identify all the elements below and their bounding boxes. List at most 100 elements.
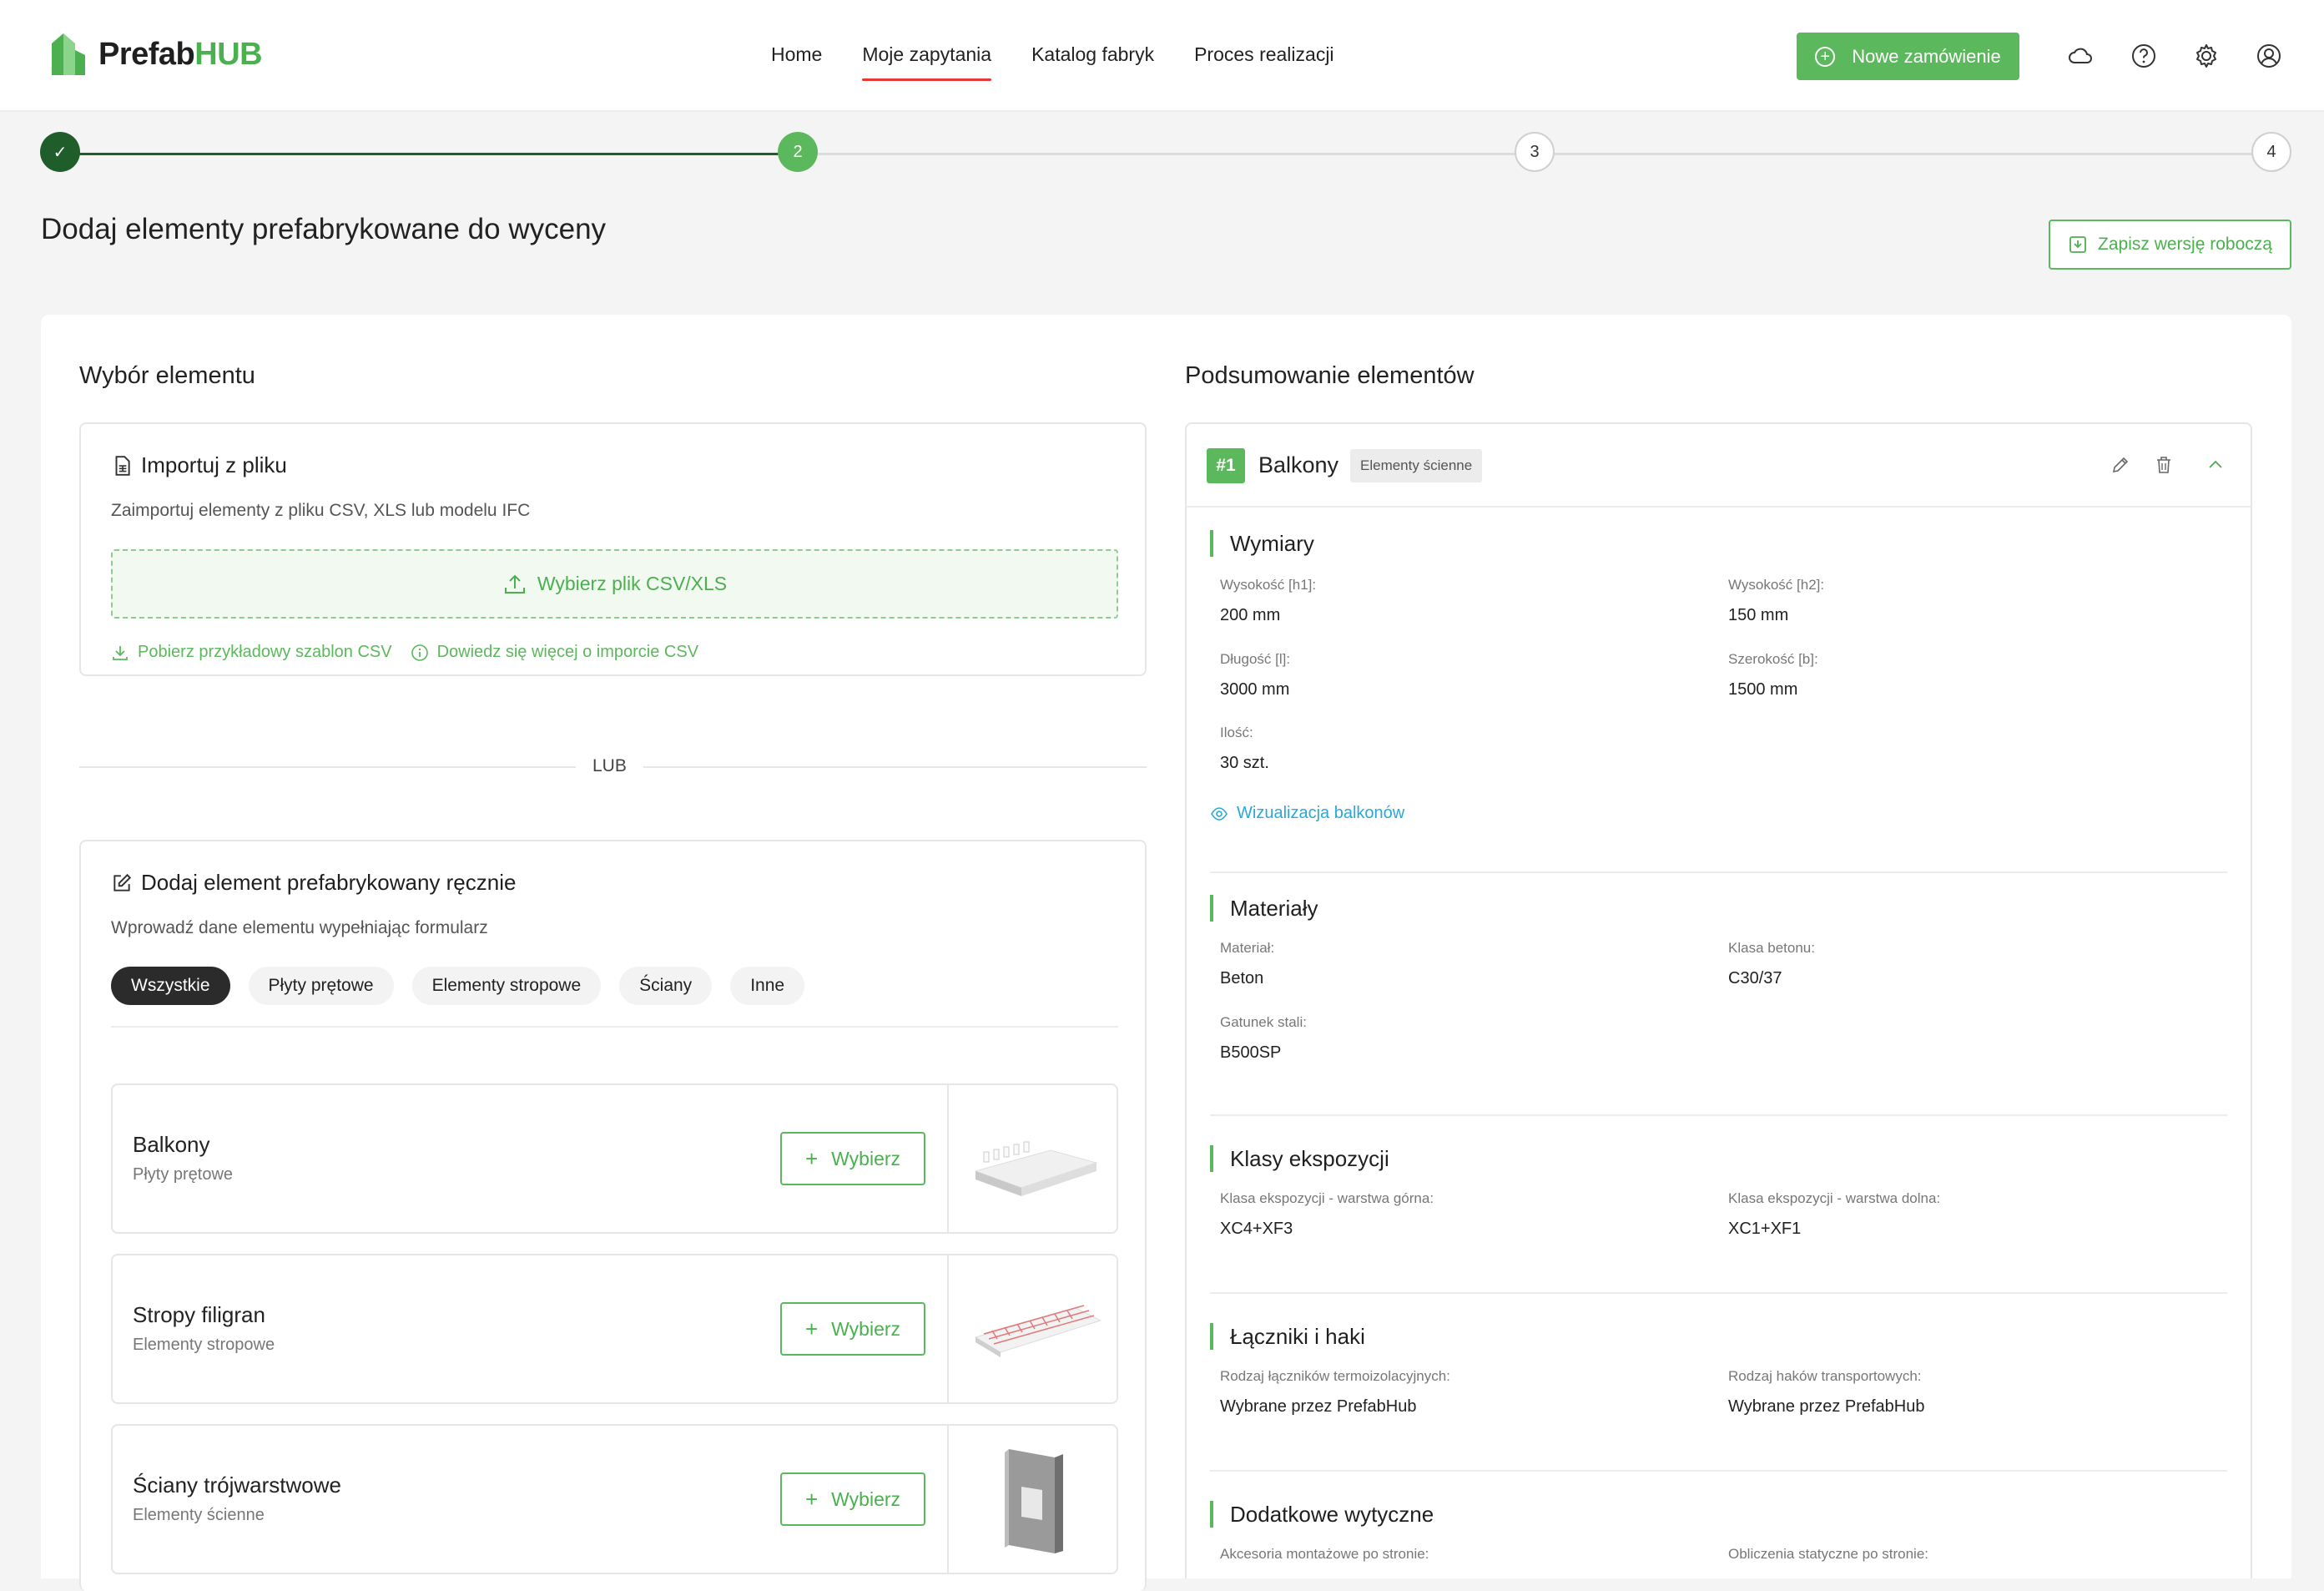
wall-image [947, 1426, 1118, 1573]
category-filter-chips: Wszystkie Płyty prętowe Elementy stropow… [111, 967, 805, 1005]
plus-circle-icon: + [1815, 46, 1836, 67]
nav-process[interactable]: Proces realizacji [1194, 43, 1333, 76]
length-value: 3000 mm [1220, 680, 1290, 699]
import-description: Zaimportuj elementy z pliku CSV, XLS lub… [111, 501, 531, 520]
summary-title: Podsumowanie elementów [1185, 362, 1475, 389]
sandwich-wall-illustration [1004, 1449, 1063, 1553]
transport-hooks-label: Rodzaj haków transportowych: [1728, 1368, 1922, 1384]
concrete-class-label: Klasa betonu: [1728, 940, 1815, 956]
learn-more-import-link[interactable]: Dowiedz się więcej o imporcie CSV [411, 643, 698, 662]
download-icon [113, 645, 128, 660]
h2-label: Wysokość [h2]: [1728, 577, 1825, 593]
steel-grade-label: Gatunek stali: [1220, 1014, 1307, 1030]
element-category: Elementy stropowe [133, 1336, 275, 1354]
element-card-balconies: Balkony Płyty prętowe + Wybierz [111, 1083, 1118, 1234]
materials-title: Materiały [1210, 895, 1318, 922]
manual-add-title: Dodaj element prefabrykowany ręcznie [111, 870, 516, 896]
item-name: Balkony [1258, 452, 1339, 477]
new-order-button[interactable]: + Nowe zamówienie [1797, 33, 2019, 80]
step-line-done [60, 153, 798, 155]
static-calculations-label: Obliczenia statyczne po stronie: [1728, 1546, 1929, 1562]
eye-icon [1211, 806, 1228, 821]
select-balconies-button[interactable]: + Wybierz [780, 1132, 925, 1185]
logo-icon [52, 33, 85, 75]
filigran-image [947, 1255, 1118, 1402]
select-sandwich-walls-button[interactable]: + Wybierz [780, 1472, 925, 1526]
balcony-image [947, 1085, 1118, 1232]
file-spreadsheet-icon [115, 455, 130, 476]
settings-icon[interactable] [2192, 42, 2221, 70]
logo-text: PrefabHUB [98, 36, 263, 72]
filigran-slab-illustration [974, 1305, 1102, 1357]
summary-item-box: #1 Balkony Elementy ścienne Wymiary Wyso… [1185, 422, 2252, 1578]
chevron-up-icon[interactable] [2203, 452, 2228, 477]
item-category-tag: Elementy ścienne [1350, 449, 1483, 482]
manual-add-description: Wprowadź dane elementu wypełniając formu… [111, 918, 488, 937]
or-label: LUB [576, 756, 643, 776]
plus-icon: + [804, 1316, 819, 1341]
connectors-title: Łączniki i haki [1210, 1323, 1365, 1350]
summary-item-header[interactable]: #1 Balkony Elementy ścienne [1187, 424, 2251, 508]
dimensions-title: Wymiary [1210, 530, 1314, 557]
element-card-sandwich-walls: Ściany trójwarstwowe Elementy ścienne + W… [111, 1424, 1118, 1574]
cloud-icon[interactable] [2066, 42, 2095, 70]
step-2[interactable]: 2 [778, 132, 818, 172]
thermo-connectors-value: Wybrane przez PrefabHub [1220, 1397, 1417, 1416]
info-icon [411, 644, 428, 661]
additional-title: Dodatkowe wytyczne [1210, 1501, 1434, 1528]
top-header: PrefabHUB Home Moje zapytania Katalog fa… [0, 0, 2324, 112]
exposure-bottom-label: Klasa ekspozycji - warstwa dolna: [1728, 1190, 1941, 1206]
h1-label: Wysokość [h1]: [1220, 577, 1317, 593]
dimensions-section: Wymiary Wysokość [h1]: 200 mm Wysokość [… [1210, 530, 2227, 873]
upload-icon [504, 574, 525, 593]
element-name: Ściany trójwarstwowe [133, 1472, 341, 1498]
element-category: Płyty prętowe [133, 1165, 234, 1184]
chip-rod-slabs[interactable]: Płyty prętowe [248, 967, 394, 1005]
visualization-link[interactable]: Wizualizacja balkonów [1210, 804, 1404, 823]
import-box: Importuj z pliku Zaimportuj elementy z p… [79, 422, 1147, 676]
transport-hooks-value: Wybrane przez PrefabHub [1728, 1397, 1925, 1416]
main-nav: Home Moje zapytania Katalog fabryk Proce… [771, 43, 1334, 81]
steel-grade-value: B500SP [1220, 1043, 1282, 1062]
exposure-bottom-value: XC1+XF1 [1728, 1220, 1802, 1238]
select-filigran-button[interactable]: + Wybierz [780, 1302, 925, 1356]
exposure-title: Klasy ekspozycji [1210, 1145, 1389, 1172]
import-title: Importuj z pliku [111, 452, 287, 478]
section-divider [1210, 1470, 2227, 1472]
nav-factory-catalog[interactable]: Katalog fabryk [1031, 43, 1154, 76]
chip-other[interactable]: Inne [730, 967, 805, 1005]
material-value: Beton [1220, 969, 1264, 987]
help-icon[interactable] [2130, 42, 2158, 70]
trash-icon[interactable] [2151, 452, 2176, 477]
upload-file-dropzone[interactable]: Wybierz plik CSV/XLS [111, 549, 1118, 619]
user-icon[interactable] [2255, 42, 2283, 70]
chip-walls[interactable]: Ściany [619, 967, 713, 1005]
plus-icon: + [804, 1486, 819, 1512]
exposure-top-label: Klasa ekspozycji - warstwa górna: [1220, 1190, 1434, 1206]
progress-stepper: ✓ 2 3 4 [40, 132, 2293, 175]
width-label: Szerokość [b]: [1728, 651, 1818, 667]
quantity-value: 30 szt. [1220, 754, 1269, 772]
element-category: Elementy ścienne [133, 1506, 265, 1524]
quantity-label: Ilość: [1220, 725, 1253, 740]
balcony-slab-illustration [973, 1141, 1098, 1196]
chip-all[interactable]: Wszystkie [111, 967, 230, 1005]
length-label: Długość [l]: [1220, 651, 1291, 667]
step-3[interactable]: 3 [1515, 132, 1555, 172]
nav-my-requests[interactable]: Moje zapytania [862, 43, 991, 81]
save-draft-button[interactable]: Zapisz wersję roboczą [2049, 220, 2291, 270]
logo[interactable]: PrefabHUB [50, 32, 263, 77]
h1-value: 200 mm [1220, 606, 1281, 624]
width-value: 1500 mm [1728, 680, 1798, 699]
chip-floor-elements[interactable]: Elementy stropowe [411, 967, 602, 1005]
nav-home[interactable]: Home [771, 43, 822, 76]
download-template-link[interactable]: Pobierz przykładowy szablon CSV [111, 643, 392, 662]
step-4[interactable]: 4 [2251, 132, 2291, 172]
concrete-class-value: C30/37 [1728, 969, 1782, 987]
section-divider [1210, 1114, 2227, 1116]
edit-square-icon [113, 873, 132, 891]
page-title: Dodaj elementy prefabrykowane do wyceny [41, 213, 607, 245]
edit-icon[interactable] [2108, 452, 2133, 477]
mounting-accessories-label: Akcesoria montażowe po stronie: [1220, 1546, 1429, 1562]
step-1[interactable]: ✓ [40, 132, 80, 172]
